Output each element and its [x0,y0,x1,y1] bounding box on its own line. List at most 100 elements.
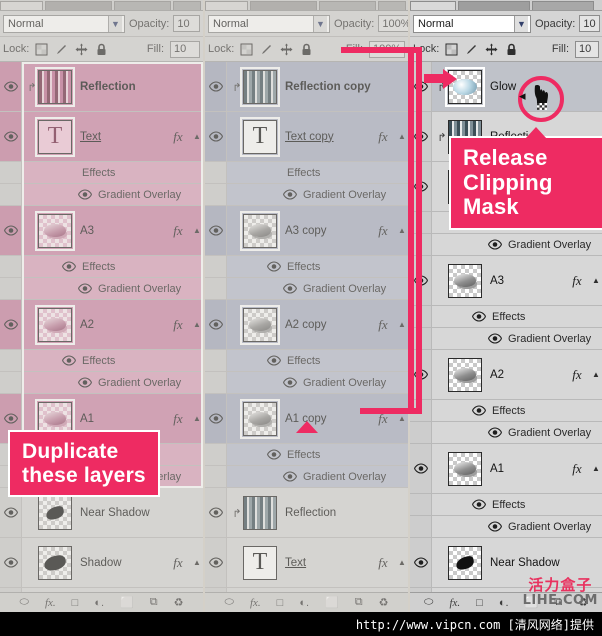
lock-image-icon[interactable] [55,43,68,56]
effects-group-row[interactable]: Effects [0,350,203,372]
visibility-eye-icon[interactable] [472,405,486,416]
layer-thumbnail[interactable] [448,263,482,298]
effect-row[interactable]: Gradient Overlay [0,372,203,394]
effect-row[interactable]: Gradient Overlay [0,278,203,300]
expand-effects-chevron-icon[interactable]: ▲ [396,320,408,329]
layer-visibility-toggle[interactable] [205,394,227,443]
layer-thumbnail[interactable] [240,66,280,107]
effects-group-row[interactable]: Effects [0,162,203,184]
visibility-eye-icon[interactable] [78,283,92,294]
blend-mode-select[interactable]: Normal ▼ [3,14,125,33]
expand-effects-chevron-icon[interactable]: ▲ [191,226,203,235]
visibility-eye-icon[interactable] [78,189,92,200]
expand-effects-chevron-icon[interactable]: ▲ [191,320,203,329]
layer-thumbnail[interactable] [35,398,75,439]
add-layer-mask-icon[interactable]: □ [476,597,483,609]
layer-row[interactable]: A1 copy fx ▲ [205,394,408,444]
adjustment-layer-icon[interactable]: ◐. [499,597,509,609]
layer-thumbnail[interactable] [35,210,75,251]
layer-row[interactable]: ↳ Reflection [205,488,408,538]
effect-row[interactable]: Gradient Overlay [410,328,602,350]
layer-row[interactable]: ↳ Glow [410,62,602,112]
visibility-eye-icon[interactable] [62,355,76,366]
layer-row[interactable]: A3 copy fx ▲ [205,206,408,256]
layers-bottom-bar-mid[interactable]: ⬭ fx. □ ◐. ⬜ ⧉ ♻ [205,592,408,612]
panel-tab-strip-right[interactable] [410,0,602,11]
effects-group-row[interactable]: Effects [410,306,602,328]
opacity-input[interactable]: 10 [579,15,600,32]
layer-visibility-toggle[interactable] [205,538,227,587]
layer-thumbnail[interactable] [240,398,280,439]
layer-effects-fx-icon[interactable]: fx [564,367,590,383]
delete-layer-icon[interactable]: ♻ [174,596,184,609]
layer-thumbnail[interactable]: T [240,116,280,157]
chevron-down-icon[interactable]: ▼ [313,15,327,32]
lock-all-icon[interactable] [300,43,313,56]
layer-visibility-toggle[interactable] [0,206,22,255]
lock-transparency-icon[interactable] [240,43,253,56]
layer-thumbnail[interactable] [35,66,75,107]
layer-thumbnail[interactable] [448,451,482,486]
layer-effects-fx-icon[interactable]: fx [165,223,191,239]
visibility-eye-icon[interactable] [488,333,502,344]
layer-thumbnail[interactable] [35,304,75,345]
layer-visibility-toggle[interactable] [205,300,227,349]
layer-thumbnail[interactable] [448,545,482,580]
layer-effects-fx-icon[interactable]: fx [370,223,396,239]
layer-visibility-toggle[interactable] [205,488,227,537]
effects-group-row[interactable]: Effects [205,256,408,278]
blend-mode-select[interactable]: Normal ▼ [208,14,330,33]
lock-all-icon[interactable] [505,43,518,56]
layer-effects-fx-icon[interactable]: fx [370,555,396,571]
link-layers-icon[interactable]: ⬭ [424,596,433,609]
layer-row[interactable]: Near Shadow [0,488,203,538]
visibility-eye-icon[interactable] [283,471,297,482]
layers-bottom-bar-left[interactable]: ⬭ fx. □ ◐. ⬜ ⧉ ♻ [0,592,203,612]
layers-panel-duplicated[interactable]: Normal ▼ Opacity: 100% Lock: ↳ Reflectio… [205,0,408,612]
delete-layer-icon[interactable]: ♻ [379,596,389,609]
visibility-eye-icon[interactable] [283,283,297,294]
expand-effects-chevron-icon[interactable]: ▲ [191,558,203,567]
effect-row[interactable]: Gradient Overlay [0,184,203,206]
expand-effects-chevron-icon[interactable]: ▲ [396,226,408,235]
effects-group-row[interactable]: Effects [0,256,203,278]
chevron-down-icon[interactable]: ▼ [108,15,122,32]
effect-row[interactable]: Gradient Overlay [205,372,408,394]
layer-effects-fx-icon[interactable]: fx [370,317,396,333]
expand-effects-chevron-icon[interactable]: ▲ [590,464,602,473]
new-group-icon[interactable]: ⬜ [325,596,339,609]
tab-placeholder-1[interactable] [410,1,456,10]
layer-visibility-toggle[interactable] [0,538,22,587]
visibility-eye-icon[interactable] [62,261,76,272]
layer-row[interactable]: A2 fx ▲ [0,300,203,350]
layer-effects-fx-icon[interactable]: fx [564,461,590,477]
layer-row[interactable]: A3 fx ▲ [410,256,602,306]
layer-list-mid[interactable]: ↳ Reflection copy T Text copy fx ▲ Effects Grad… [205,62,408,612]
layer-row[interactable]: A3 fx ▲ [0,206,203,256]
effects-group-row[interactable]: Effects [205,162,408,184]
layer-visibility-toggle[interactable] [205,62,227,111]
tab-placeholder-1[interactable] [0,1,43,10]
new-layer-icon[interactable]: ⧉ [355,596,363,609]
effect-row[interactable]: Gradient Overlay [205,278,408,300]
effects-group-row[interactable]: Effects [205,350,408,372]
layer-row[interactable]: A2 copy fx ▲ [205,300,408,350]
layer-thumbnail[interactable] [38,545,72,580]
layer-thumbnail[interactable]: T [35,116,75,157]
layer-visibility-toggle[interactable] [0,112,22,161]
tab-placeholder-2[interactable] [458,1,530,10]
fill-input[interactable]: 10 [170,40,200,58]
layer-visibility-toggle[interactable] [205,112,227,161]
layer-effects-fx-icon[interactable]: fx [165,555,191,571]
layer-style-fx-icon[interactable]: fx. [250,597,261,609]
visibility-eye-icon[interactable] [488,239,502,250]
layer-row[interactable]: T Text fx▲ [0,112,203,162]
expand-effects-chevron-icon[interactable]: ▲ [396,132,408,141]
lock-all-icon[interactable] [95,43,108,56]
layer-visibility-toggle[interactable] [410,538,432,587]
fill-input[interactable]: 10 [575,40,599,58]
layer-row[interactable]: ↳ Reflection copy [205,62,408,112]
lock-position-icon[interactable] [75,43,88,56]
panel-tab-strip-left[interactable] [0,0,203,11]
expand-effects-chevron-icon[interactable]: ▲ [191,132,203,141]
